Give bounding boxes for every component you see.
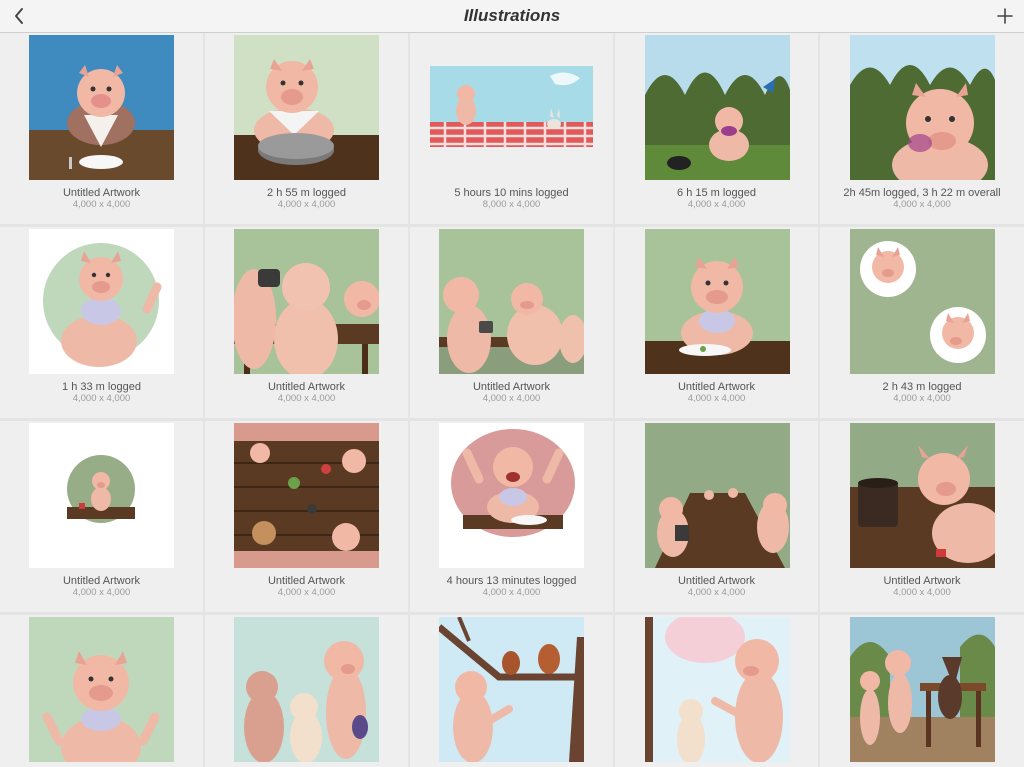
artwork-title: 2 h 55 m logged: [267, 187, 346, 199]
artwork-tile[interactable]: Untitled Artwork 4,000 x 4,000: [820, 421, 1024, 612]
artwork-dimensions: 4,000 x 4,000: [687, 587, 746, 598]
artwork-tile[interactable]: 2 h 55 m logged 4,000 x 4,000: [205, 33, 408, 224]
artwork-caption: Untitled Artwork 4,000 x 4,000: [615, 381, 818, 404]
artwork-dimensions: 4,000 x 4,000: [893, 587, 951, 598]
artwork-tile[interactable]: Untitled Artwork 4,000 x 4,000: [615, 227, 818, 418]
artwork-tile[interactable]: [615, 615, 818, 767]
artwork-dimensions: 4,000 x 4,000: [687, 393, 746, 404]
artwork-caption: Untitled Artwork 4,000 x 4,000: [615, 575, 818, 598]
artwork-caption: 2 h 55 m logged 4,000 x 4,000: [205, 187, 408, 210]
artwork-thumbnail: [439, 229, 584, 374]
artwork-dimensions: 4,000 x 4,000: [72, 393, 131, 404]
artwork-caption: 2h 45m logged, 3 h 22 m overall 4,000 x …: [820, 187, 1024, 210]
artwork-title: 6 h 15 m logged: [677, 187, 756, 199]
artwork-thumbnail: [234, 35, 379, 180]
artwork-tile[interactable]: [820, 615, 1024, 767]
artwork-thumbnail: [439, 617, 584, 762]
artwork-title: Untitled Artwork: [267, 575, 346, 587]
artwork-tile[interactable]: 2h 45m logged, 3 h 22 m overall 4,000 x …: [820, 33, 1024, 224]
artwork-dimensions: 4,000 x 4,000: [72, 587, 131, 598]
artwork-dimensions: 4,000 x 4,000: [277, 393, 336, 404]
artwork-dimensions: 4,000 x 4,000: [482, 393, 541, 404]
artwork-thumbnail: [645, 423, 790, 568]
artwork-tile[interactable]: 2 h 43 m logged 4,000 x 4,000: [820, 227, 1024, 418]
artwork-thumbnail: [29, 35, 174, 180]
artwork-title: 2h 45m logged, 3 h 22 m overall: [843, 187, 1001, 199]
artwork-title: 5 hours 10 mins logged: [454, 187, 569, 199]
add-button[interactable]: [994, 4, 1016, 28]
artwork-thumbnail: [430, 66, 593, 147]
artwork-caption: Untitled Artwork 4,000 x 4,000: [820, 575, 1024, 598]
artwork-caption: Untitled Artwork 4,000 x 4,000: [205, 575, 408, 598]
artwork-title: Untitled Artwork: [62, 187, 141, 199]
plus-icon: [997, 8, 1013, 24]
artwork-title: Untitled Artwork: [883, 575, 961, 587]
artwork-thumbnail: [850, 229, 995, 374]
artwork-tile[interactable]: 6 h 15 m logged 4,000 x 4,000: [615, 33, 818, 224]
artwork-tile[interactable]: Untitled Artwork 4,000 x 4,000: [0, 33, 203, 224]
artwork-dimensions: 8,000 x 4,000: [482, 199, 541, 210]
artwork-tile[interactable]: [205, 615, 408, 767]
artwork-dimensions: 4,000 x 4,000: [893, 393, 951, 404]
artwork-caption: 2 h 43 m logged 4,000 x 4,000: [820, 381, 1024, 404]
artwork-tile[interactable]: Untitled Artwork 4,000 x 4,000: [410, 227, 613, 418]
artwork-tile[interactable]: 5 hours 10 mins logged 8,000 x 4,000: [410, 33, 613, 224]
artwork-thumbnail: [29, 617, 174, 762]
artwork-caption: 4 hours 13 minutes logged 4,000 x 4,000: [410, 575, 613, 598]
artwork-thumbnail: [850, 617, 995, 762]
artwork-thumbnail: [645, 617, 790, 762]
artwork-title: Untitled Artwork: [677, 381, 756, 393]
artwork-thumbnail: [850, 35, 995, 180]
artwork-tile[interactable]: Untitled Artwork 4,000 x 4,000: [0, 421, 203, 612]
artwork-caption: 6 h 15 m logged 4,000 x 4,000: [615, 187, 818, 210]
artwork-thumbnail: [29, 423, 174, 568]
nav-bar: Illustrations: [0, 0, 1024, 33]
artwork-caption: 5 hours 10 mins logged 8,000 x 4,000: [410, 187, 613, 210]
artwork-thumbnail: [234, 617, 379, 762]
artwork-title: Untitled Artwork: [677, 575, 756, 587]
artwork-dimensions: 4,000 x 4,000: [687, 199, 746, 210]
artwork-thumbnail: [29, 229, 174, 374]
artwork-dimensions: 4,000 x 4,000: [277, 199, 336, 210]
artwork-caption: 1 h 33 m logged 4,000 x 4,000: [0, 381, 203, 404]
artwork-title: Untitled Artwork: [62, 575, 141, 587]
artwork-caption: Untitled Artwork 4,000 x 4,000: [0, 575, 203, 598]
artwork-thumbnail: [850, 423, 995, 568]
artwork-title: Untitled Artwork: [267, 381, 346, 393]
artwork-title: 2 h 43 m logged: [882, 381, 962, 393]
artwork-caption: Untitled Artwork 4,000 x 4,000: [410, 381, 613, 404]
artwork-tile[interactable]: Untitled Artwork 4,000 x 4,000: [205, 227, 408, 418]
artwork-tile[interactable]: [0, 615, 203, 767]
artwork-title: 1 h 33 m logged: [62, 381, 141, 393]
artwork-tile[interactable]: 4 hours 13 minutes logged 4,000 x 4,000: [410, 421, 613, 612]
artwork-dimensions: 4,000 x 4,000: [482, 587, 541, 598]
artwork-dimensions: 4,000 x 4,000: [72, 199, 131, 210]
artwork-dimensions: 4,000 x 4,000: [277, 587, 336, 598]
artwork-tile[interactable]: 1 h 33 m logged 4,000 x 4,000: [0, 227, 203, 418]
artwork-thumbnail: [645, 35, 790, 180]
artwork-thumbnail: [234, 423, 379, 568]
page-title: Illustrations: [463, 6, 561, 25]
artwork-thumbnail: [234, 229, 379, 374]
artwork-title: 4 hours 13 minutes logged: [446, 575, 577, 587]
artwork-thumbnail: [439, 423, 584, 568]
artwork-tile[interactable]: Untitled Artwork 4,000 x 4,000: [615, 421, 818, 612]
artwork-title: Untitled Artwork: [472, 381, 551, 393]
artwork-caption: Untitled Artwork 4,000 x 4,000: [0, 187, 203, 210]
artwork-dimensions: 4,000 x 4,000: [893, 199, 951, 210]
artwork-tile[interactable]: Untitled Artwork 4,000 x 4,000: [205, 421, 408, 612]
artwork-tile[interactable]: [410, 615, 613, 767]
artwork-thumbnail: [645, 229, 790, 374]
artwork-caption: Untitled Artwork 4,000 x 4,000: [205, 381, 408, 404]
